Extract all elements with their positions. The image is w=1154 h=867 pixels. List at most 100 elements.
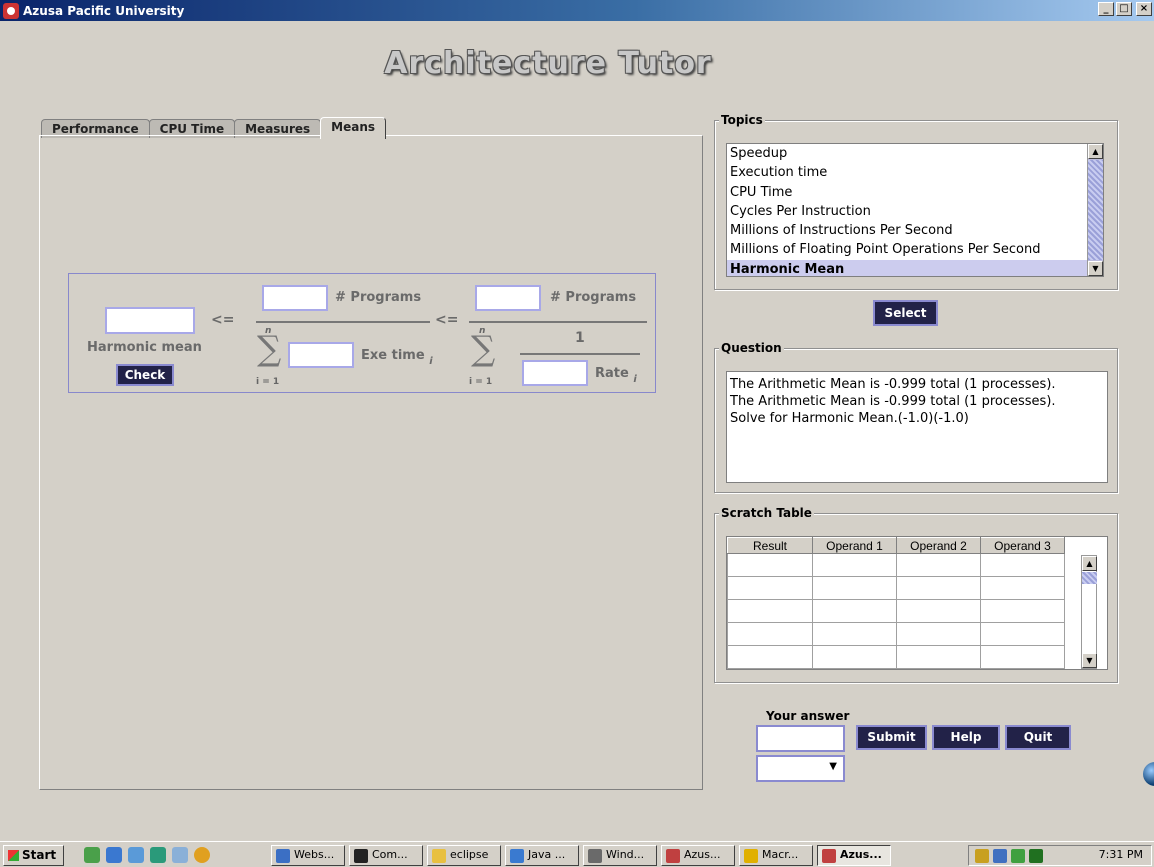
submit-button[interactable]: Submit (856, 725, 927, 750)
topics-list[interactable]: Speedup Execution time CPU Time Cycles P… (726, 143, 1104, 277)
question-line: The Arithmetic Mean is -0.999 total (1 p… (730, 394, 1056, 409)
help-button[interactable]: Help (932, 725, 1000, 750)
table-cell[interactable] (980, 599, 1065, 623)
table-cell[interactable] (980, 576, 1065, 600)
scroll-thumb[interactable] (1088, 160, 1103, 260)
topic-item-harmonic-mean[interactable]: Harmonic Mean (727, 259, 1103, 276)
table-cell[interactable] (896, 622, 981, 646)
topic-item-cpi[interactable]: Cycles Per Instruction (727, 202, 1103, 221)
taskbar-item[interactable]: Webs... (271, 845, 345, 866)
topics-scrollbar[interactable]: ▲ ▼ (1087, 144, 1103, 276)
scratch-table[interactable]: Result Operand 1 Operand 2 Operand 3 ▲ ▼ (726, 536, 1108, 670)
media-player-icon[interactable] (194, 847, 210, 863)
table-cell[interactable] (812, 645, 897, 669)
table-cell[interactable] (727, 553, 813, 577)
taskbar-item[interactable]: Macr... (739, 845, 813, 866)
taskbar-item[interactable]: Java ... (505, 845, 579, 866)
topics-group: Topics Speedup Execution time CPU Time C… (714, 113, 1118, 290)
fraction-bar-1 (256, 321, 430, 323)
taskbar-item[interactable]: Wind... (583, 845, 657, 866)
table-row (727, 645, 1065, 669)
table-cell[interactable] (812, 576, 897, 600)
network-icon[interactable] (993, 849, 1007, 863)
select-button[interactable]: Select (873, 300, 938, 326)
table-cell[interactable] (727, 576, 813, 600)
taskbar-item[interactable]: Azus... (661, 845, 735, 866)
minimize-button[interactable]: _ (1098, 2, 1114, 16)
table-cell[interactable] (896, 645, 981, 669)
scroll-down-icon[interactable]: ▼ (1088, 261, 1103, 276)
topic-item-execution-time[interactable]: Execution time (727, 163, 1103, 182)
numerator-one: 1 (575, 330, 585, 346)
table-cell[interactable] (727, 645, 813, 669)
maximize-button[interactable]: □ (1116, 2, 1132, 16)
table-row (727, 599, 1065, 623)
close-button[interactable]: × (1136, 2, 1152, 16)
scratch-scrollbar[interactable]: ▲ ▼ (1081, 555, 1097, 669)
rate-input[interactable] (522, 360, 588, 386)
column-header-result[interactable]: Result (727, 537, 813, 554)
app-icon (3, 2, 19, 19)
programs-input-1[interactable] (262, 285, 328, 311)
table-cell[interactable] (896, 553, 981, 577)
scratch-grid: Result Operand 1 Operand 2 Operand 3 (727, 537, 1065, 669)
table-cell[interactable] (896, 599, 981, 623)
programs-input-2[interactable] (475, 285, 541, 311)
taskbar-item-active[interactable]: Azus... (817, 845, 891, 866)
table-row (727, 553, 1065, 577)
answer-input[interactable] (756, 725, 845, 752)
scroll-up-icon[interactable]: ▲ (1088, 144, 1103, 159)
table-cell[interactable] (727, 622, 813, 646)
table-cell[interactable] (727, 599, 813, 623)
rate-label: Rate i (595, 366, 637, 385)
tab-panel-means (39, 135, 703, 790)
tray-app-icon[interactable] (1011, 849, 1025, 863)
question-text: The Arithmetic Mean is -0.999 total (1 p… (726, 371, 1108, 483)
taskbar-item[interactable]: Com... (349, 845, 423, 866)
quicklaunch-app-icon[interactable] (150, 847, 166, 863)
table-cell[interactable] (812, 553, 897, 577)
window-icon (588, 849, 602, 863)
exe-time-input[interactable] (288, 342, 354, 368)
scratch-table-label: Scratch Table (719, 506, 814, 520)
chevron-down-icon[interactable]: ▼ (829, 761, 837, 772)
scroll-up-icon[interactable]: ▲ (1082, 556, 1097, 571)
table-cell[interactable] (980, 553, 1065, 577)
sum-lower-index-1: i = 1 (256, 377, 280, 387)
table-cell[interactable] (812, 599, 897, 623)
topic-item-mflops[interactable]: Millions of Floating Point Operations Pe… (727, 240, 1103, 259)
start-button[interactable]: Start (3, 845, 64, 866)
harmonic-mean-input[interactable] (105, 307, 195, 334)
column-header-operand-2[interactable]: Operand 2 (896, 537, 981, 554)
table-cell[interactable] (980, 622, 1065, 646)
topic-item-mips[interactable]: Millions of Instructions Per Second (727, 221, 1103, 240)
answer-unit-dropdown[interactable]: ▼ (756, 755, 845, 782)
quicklaunch-app-icon[interactable] (128, 847, 144, 863)
column-header-operand-3[interactable]: Operand 3 (980, 537, 1065, 554)
topic-item-cpu-time[interactable]: CPU Time (727, 183, 1103, 202)
harmonic-mean-label: Harmonic mean (87, 340, 202, 355)
topic-item-speedup[interactable]: Speedup (727, 144, 1103, 163)
scroll-thumb[interactable] (1082, 572, 1097, 584)
column-header-operand-1[interactable]: Operand 1 (812, 537, 897, 554)
window-title: Azusa Pacific University (23, 3, 185, 18)
table-cell[interactable] (812, 622, 897, 646)
window-title-bar: Azusa Pacific University _ □ × (0, 0, 1154, 21)
table-cell[interactable] (896, 576, 981, 600)
table-cell[interactable] (980, 645, 1065, 669)
volume-icon[interactable] (975, 849, 989, 863)
applet-icon (666, 849, 680, 863)
applet-icon (822, 849, 836, 863)
tray-app-icon[interactable] (1029, 849, 1043, 863)
exe-time-label: Exe time i (361, 348, 433, 367)
check-button[interactable]: Check (116, 364, 174, 386)
tab-means[interactable]: Means (320, 117, 387, 139)
quit-button[interactable]: Quit (1005, 725, 1071, 750)
internet-explorer-icon[interactable] (106, 847, 122, 863)
show-desktop-icon[interactable] (84, 847, 100, 863)
quicklaunch-app-icon[interactable] (172, 847, 188, 863)
taskbar-item[interactable]: eclipse (427, 845, 501, 866)
scroll-down-icon[interactable]: ▼ (1082, 653, 1097, 668)
macromedia-icon (744, 849, 758, 863)
sigma-icon: ∑ (257, 329, 282, 369)
